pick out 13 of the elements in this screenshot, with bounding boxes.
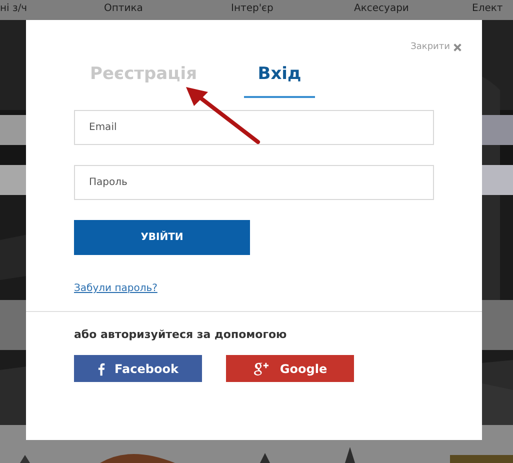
- nav-link[interactable]: Інтер'єр: [231, 3, 274, 14]
- tab[interactable]: Вхід: [244, 62, 315, 98]
- social-prompt: або авторизуйтеся за допомогою: [74, 328, 288, 341]
- nav-link[interactable]: Аксесуари: [354, 3, 409, 14]
- nav-link[interactable]: Елект: [472, 3, 503, 14]
- input-field[interactable]: Email: [74, 110, 434, 145]
- nav-link[interactable]: ні з/ч: [0, 3, 28, 14]
- close-icon: [453, 42, 462, 52]
- login-button[interactable]: УВІЙТИ: [74, 220, 250, 255]
- nav-link[interactable]: Оптика: [104, 3, 143, 14]
- close-button[interactable]: Закрити: [410, 42, 462, 52]
- forgot-password-link[interactable]: Забули пароль?: [74, 283, 158, 294]
- input-field[interactable]: Пароль: [74, 165, 434, 200]
